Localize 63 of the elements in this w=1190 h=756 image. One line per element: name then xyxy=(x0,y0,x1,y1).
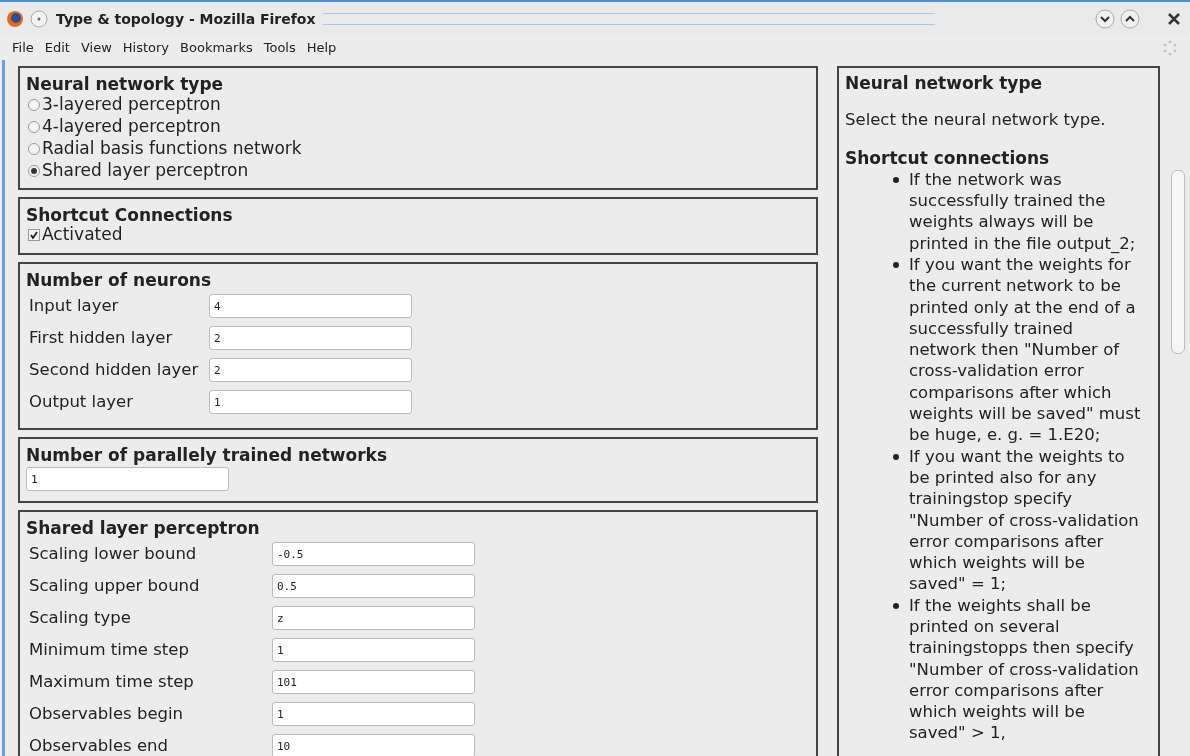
field-label: Scaling type xyxy=(29,606,132,629)
help-bullet-text: If the weights shall be printed on several trainingstopps then specify "Number of cross-validation error comparisons after which weights will be saved" > 1, xyxy=(909,594,1140,744)
help-bullet-text: If you want the weights for the current network to be printed only at the end of a successfully trained network then "Number of cross-validation error comparisons after which weights will be saved" must be huge, e. g. = 1.E20; xyxy=(909,253,1142,446)
menu-item[interactable]: Help xyxy=(306,38,337,58)
input-field[interactable]: z xyxy=(272,606,475,630)
firefox-icon xyxy=(6,10,24,28)
help-title: Neural network type xyxy=(845,72,1044,94)
field-label: Scaling lower bound xyxy=(29,542,198,565)
scrollbar-thumb[interactable] xyxy=(1171,170,1185,354)
radio-button[interactable] xyxy=(28,121,40,133)
field-label: Minimum time step xyxy=(29,638,190,661)
checkbox-label: Activated xyxy=(42,223,123,247)
checkbox[interactable] xyxy=(28,229,40,241)
field-label: Maximum time step xyxy=(29,670,195,693)
loading-icon xyxy=(1162,40,1178,56)
radio-button[interactable] xyxy=(28,165,40,177)
menu-item[interactable]: View xyxy=(80,38,112,58)
section-title: Shortcut Connections xyxy=(26,205,234,225)
radio-button[interactable] xyxy=(28,143,40,155)
radio-label: Shared layer perceptron xyxy=(42,159,249,183)
radio-label: Radial basis functions network xyxy=(42,137,302,161)
maximize-button[interactable] xyxy=(1120,9,1140,29)
input-field[interactable]: 4 xyxy=(209,294,412,318)
bullet-icon xyxy=(893,176,899,183)
radio-button[interactable] xyxy=(28,99,40,111)
input-field[interactable]: 2 xyxy=(209,326,412,350)
menu-item[interactable]: File xyxy=(12,38,34,58)
field-label: First hidden layer xyxy=(29,326,174,349)
radio-label: 4-layered perceptron xyxy=(42,115,221,139)
menu-item[interactable]: Edit xyxy=(44,38,70,58)
minimize-button[interactable] xyxy=(1095,9,1115,29)
help-subtitle: Shortcut connections xyxy=(845,146,1051,169)
field-label: Second hidden layer xyxy=(29,358,200,381)
input-field[interactable]: 10 xyxy=(272,734,475,756)
field-label: Observables end xyxy=(29,734,169,756)
help-bullet-text: If the network was successfully trained the weights always will be printed in the file output_2; xyxy=(909,168,1137,254)
bullet-icon xyxy=(893,453,899,460)
section-title: Number of neurons xyxy=(26,270,213,290)
input-field[interactable]: -0.5 xyxy=(272,542,475,566)
bullet-icon xyxy=(893,602,899,609)
input-field[interactable]: 1 xyxy=(209,390,412,414)
window-title: Type & topology - Mozilla Firefox xyxy=(56,9,316,29)
menu-item[interactable]: History xyxy=(122,38,170,58)
menu-item[interactable]: Tools xyxy=(263,38,296,58)
field-label: Observables begin xyxy=(29,702,185,725)
pin-button[interactable] xyxy=(30,10,48,28)
input-field[interactable]: 1 xyxy=(272,638,475,662)
radio-label: 3-layered perceptron xyxy=(42,94,221,117)
input-field[interactable]: 2 xyxy=(209,358,412,382)
field-label: Scaling upper bound xyxy=(29,574,201,597)
help-text: Select the neural network type. xyxy=(845,109,1107,131)
menu-item[interactable]: Bookmarks xyxy=(180,38,253,58)
input-field[interactable]: 1 xyxy=(272,702,475,726)
section-title: Shared layer perceptron xyxy=(26,518,261,538)
input-field[interactable]: 101 xyxy=(272,670,475,694)
field-label: Output layer xyxy=(29,390,134,413)
input-field[interactable]: 0.5 xyxy=(272,574,475,598)
help-bullet-text: If you want the weights to be printed also for any trainingstop specify "Number of cross-validation error comparisons after which weights will be saved" = 1; xyxy=(909,445,1140,595)
field-label: Input layer xyxy=(29,294,120,317)
section-title: Neural network type xyxy=(26,74,225,94)
section-title: Number of parallely trained networks xyxy=(26,445,389,465)
input-field[interactable]: 1 xyxy=(26,467,229,491)
bullet-icon xyxy=(893,261,899,268)
